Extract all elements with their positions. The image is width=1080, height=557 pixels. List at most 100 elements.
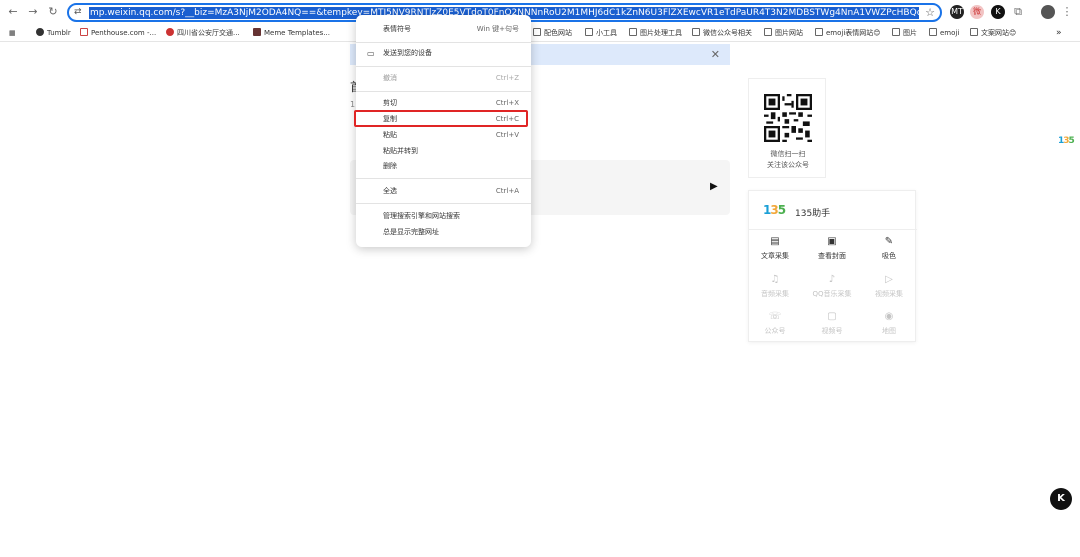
bookmark-label: 配色网站 [544,29,572,37]
menu-item-select-all[interactable]: 全选 Ctrl+A [356,185,531,198]
menu-label: 总是显示完整网址 [383,228,439,236]
tool-label: 查看封面 [818,252,846,260]
extension-wechat-icon[interactable]: 微 [970,5,984,19]
extensions-puzzle-icon[interactable]: ⧉ [1011,5,1025,19]
bookmark-folder-image-tools[interactable]: 图片处理工具 [629,27,682,39]
qr-caption-line2: 关注该公众号 [767,161,809,169]
reload-icon[interactable]: ↻ [46,5,60,19]
bookmark-folder-wechat[interactable]: 微信公众号相关 [692,27,752,39]
map-icon: ◉ [884,311,894,322]
tool-qq-music-collect: ♪ QQ音乐采集 [806,273,858,299]
bookmark-label: Penthouse.com -... [91,29,157,37]
bookmark-folder-images[interactable]: 图片 [892,27,917,39]
folder-icon [929,28,937,36]
profile-avatar[interactable] [1041,5,1055,19]
emblem-icon [166,28,174,36]
tool-label: 文章采集 [761,252,789,260]
divider [749,229,917,230]
video-icon: ▷ [885,274,893,285]
menu-item-paste-and-go[interactable]: 粘贴并转到 [356,145,531,158]
menu-label: 发送到您的设备 [383,49,432,57]
play-icon[interactable]: ▶ [710,181,718,192]
extension-k-icon[interactable]: K [991,5,1005,19]
tool-label: 吸色 [882,252,896,260]
side-135-logo[interactable]: 135 [1058,136,1075,146]
bookmark-folder-emoji[interactable]: emoji [929,27,959,39]
tool-label: 视频号 [821,327,843,335]
bookmark-folder-tools[interactable]: 小工具 [585,27,617,39]
menu-shortcut: Win 键+句号 [476,25,519,33]
bookmark-label: emoji [940,29,960,37]
close-icon[interactable]: ✕ [711,48,720,61]
device-icon: ▭ [367,49,375,58]
account-icon: ☏ [768,311,782,322]
folder-icon [970,28,978,36]
menu-item-send-to-device[interactable]: ▭ 发送到您的设备 [356,47,531,60]
bookmark-label: 文案网站😊 [981,29,1017,37]
forward-icon[interactable]: → [26,5,40,19]
bookmark-folder-colors[interactable]: 配色网站 [533,27,572,39]
bookmark-label: 图片 [903,29,917,37]
menu-item-cut[interactable]: 剪切 Ctrl+X [356,97,531,110]
bookmark-sichuan[interactable]: 四川省公安厅交通... [166,27,240,39]
tool-channels: ▢ 视频号 [806,310,858,336]
channels-icon: ▢ [827,311,837,322]
tool-label: 公众号 [764,327,786,335]
tool-official-account: ☏ 公众号 [749,310,801,336]
menu-item-paste[interactable]: 粘贴 Ctrl+V [356,129,531,142]
folder-icon [533,28,541,36]
menu-label: 全选 [383,187,397,195]
bookmark-meme[interactable]: Meme Templates... [253,27,330,39]
qr-code-card: 微信扫一扫 关注该公众号 [748,78,826,178]
bookmark-folder-image-sites[interactable]: 图片网站 [764,27,803,39]
helper-panel: 135 135助手 ▤ 文章采集 ▣ 查看封面 ✎ 吸色 ♫ 音频采集 ♪ QQ音乐采集 … [748,190,917,342]
qr-caption-line1: 微信扫一扫 [770,150,806,158]
tool-eyedropper[interactable]: ✎ 吸色 [863,235,915,261]
bookmarks-overflow-icon[interactable]: » [1056,27,1062,39]
folder-icon [815,28,823,36]
site-info-icon[interactable]: ⇄ [74,7,82,17]
bookmark-folder-emoji-sites[interactable]: emoji表情网站😊 [815,27,881,39]
menu-label: 粘贴并转到 [383,147,418,155]
menu-item-emoji[interactable]: 表情符号 Win 键+句号 [356,23,531,36]
tool-article-collect[interactable]: ▤ 文章采集 [749,235,801,261]
bookmark-label: 四川省公安厅交通... [177,29,240,37]
browser-toolbar: ← → ↻ ⇄ mp.weixin.qq.com/s?__biz=MzA3NjM… [0,0,1080,24]
menu-shortcut: Ctrl+X [495,99,519,107]
menu-item-show-full-url[interactable]: 总是显示完整网址 [356,226,531,239]
bookmark-label: Tumblr [47,29,71,37]
bookmark-folder-copywriting[interactable]: 文案网站😊 [970,27,1016,39]
menu-shortcut: Ctrl+V [495,131,519,139]
tool-label: 地图 [882,327,896,335]
menu-separator [356,42,531,43]
folder-icon [585,28,593,36]
bookmark-penthouse[interactable]: Penthouse.com -... [80,27,156,39]
bookmark-label: Meme Templates... [264,29,330,37]
document-icon: ▤ [770,236,780,247]
menu-shortcut: Ctrl+A [495,187,519,195]
tumblr-icon [36,28,44,36]
apps-grid-icon[interactable]: ▦ [9,27,16,39]
folder-icon [629,28,637,36]
floating-k-button[interactable]: K [1050,488,1072,510]
tool-label: QQ音乐采集 [812,290,852,298]
helper-title: 135助手 [795,209,831,219]
tool-label: 音频采集 [761,290,789,298]
menu-item-undo: 撤消 Ctrl+Z [356,72,531,85]
bookmark-star-icon[interactable]: ☆ [925,6,935,19]
menu-separator [356,178,531,179]
bookmarks-bar: ▦ Tumblr Penthouse.com -... 四川省公安厅交通... … [0,24,1080,42]
eyedropper-icon: ✎ [884,236,894,247]
folder-icon [892,28,900,36]
back-icon[interactable]: ← [6,5,20,19]
site-icon [80,28,88,36]
extension-mt-icon[interactable]: MT [950,5,964,19]
folder-icon [764,28,772,36]
image-icon: ▣ [827,236,837,247]
menu-item-delete[interactable]: 删除 [356,160,531,173]
more-menu-icon[interactable]: ⋮ [1060,5,1074,19]
menu-label: 撤消 [383,74,397,82]
tool-view-cover[interactable]: ▣ 查看封面 [806,235,858,261]
menu-item-manage-search[interactable]: 管理搜索引擎和网站搜索 [356,210,531,223]
bookmark-tumblr[interactable]: Tumblr [36,27,71,39]
